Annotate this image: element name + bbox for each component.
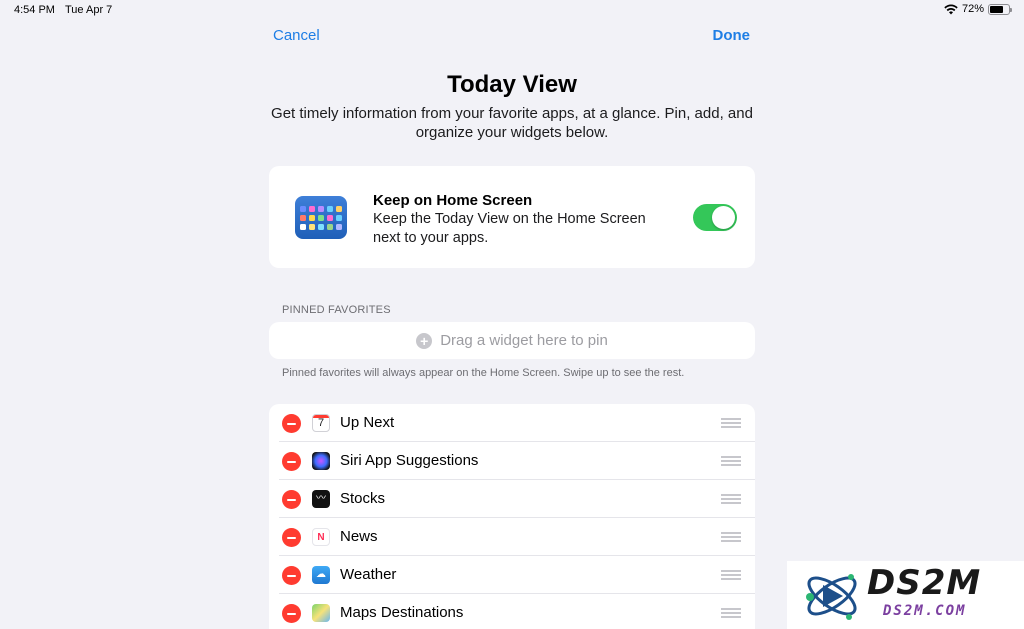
wifi-icon <box>944 4 958 14</box>
keep-on-home-screen-toggle[interactable] <box>693 204 737 231</box>
remove-button[interactable] <box>282 566 301 585</box>
remove-button[interactable] <box>282 528 301 547</box>
widget-label: News <box>340 528 378 545</box>
status-date: Tue Apr 7 <box>65 4 113 16</box>
drag-handle-icon[interactable] <box>721 608 741 618</box>
battery-level <box>990 5 1003 13</box>
watermark: DS2M DS2M.COM <box>787 561 1024 629</box>
widget-row-weather: ☁ Weather <box>269 556 755 594</box>
drag-handle-icon[interactable] <box>721 570 741 580</box>
maps-icon <box>312 604 330 622</box>
page-subtitle: Get timely information from your favorit… <box>271 105 753 141</box>
home-screen-title: Keep on Home Screen <box>373 192 533 209</box>
widget-row-maps-destinations: Maps Destinations <box>269 594 755 629</box>
done-button[interactable]: Done <box>713 27 751 44</box>
weather-icon: ☁ <box>312 566 330 584</box>
drag-handle-icon[interactable] <box>721 494 741 504</box>
pin-drop-zone[interactable]: + Drag a widget here to pin <box>269 322 755 359</box>
drag-handle-icon[interactable] <box>721 532 741 542</box>
calendar-icon: 7 <box>312 414 330 432</box>
widget-row-stocks: 〰 Stocks <box>269 480 755 518</box>
battery-icon <box>988 3 1012 15</box>
cancel-button[interactable]: Cancel <box>273 27 320 44</box>
drag-handle-icon[interactable] <box>721 418 741 428</box>
widget-label: Stocks <box>340 490 386 507</box>
page-title: Today View <box>447 71 577 98</box>
plus-circle-icon: + <box>416 332 433 349</box>
home-screen-description: Keep the Today View on the Home Screen n… <box>373 211 646 246</box>
home-screen-text: Keep on Home Screen Keep the Today View … <box>373 191 663 248</box>
news-icon: N <box>312 528 330 546</box>
widget-label: Maps Destinations <box>340 604 464 621</box>
status-indicators: 72% <box>944 3 1012 15</box>
pinned-footer-note: Pinned favorites will always appear on t… <box>282 367 685 379</box>
widget-label: Up Next <box>340 414 395 431</box>
pin-drop-zone-label: Drag a widget here to pin <box>440 332 608 349</box>
widget-row-siri-app-suggestions: Siri App Suggestions <box>269 442 755 480</box>
widget-list: 7 Up Next Siri App Suggestions 〰 Stocks … <box>269 404 755 629</box>
remove-button[interactable] <box>282 604 301 623</box>
status-bar: 4:54 PM Tue Apr 7 72% <box>0 0 1024 20</box>
watermark-url: DS2M.COM <box>883 603 967 619</box>
atom-logo-icon <box>806 574 857 620</box>
widget-label: Weather <box>340 566 397 583</box>
remove-button[interactable] <box>282 414 301 433</box>
widget-row-news: N News <box>269 518 755 556</box>
home-screen-card: Keep on Home Screen Keep the Today View … <box>269 166 755 268</box>
status-time: 4:54 PM <box>14 4 55 16</box>
watermark-brand: DS2M <box>867 563 982 603</box>
siri-icon <box>312 452 330 470</box>
battery-percent: 72% <box>961 3 984 15</box>
drag-handle-icon[interactable] <box>721 456 741 466</box>
remove-button[interactable] <box>282 490 301 509</box>
remove-button[interactable] <box>282 452 301 471</box>
stocks-icon: 〰 <box>312 490 330 508</box>
pinned-favorites-header: PINNED FAVORITES <box>282 304 391 316</box>
widget-row-up-next: 7 Up Next <box>269 404 755 442</box>
home-screen-icon <box>295 196 347 239</box>
toggle-knob <box>712 206 735 229</box>
widget-label: Siri App Suggestions <box>340 452 479 469</box>
